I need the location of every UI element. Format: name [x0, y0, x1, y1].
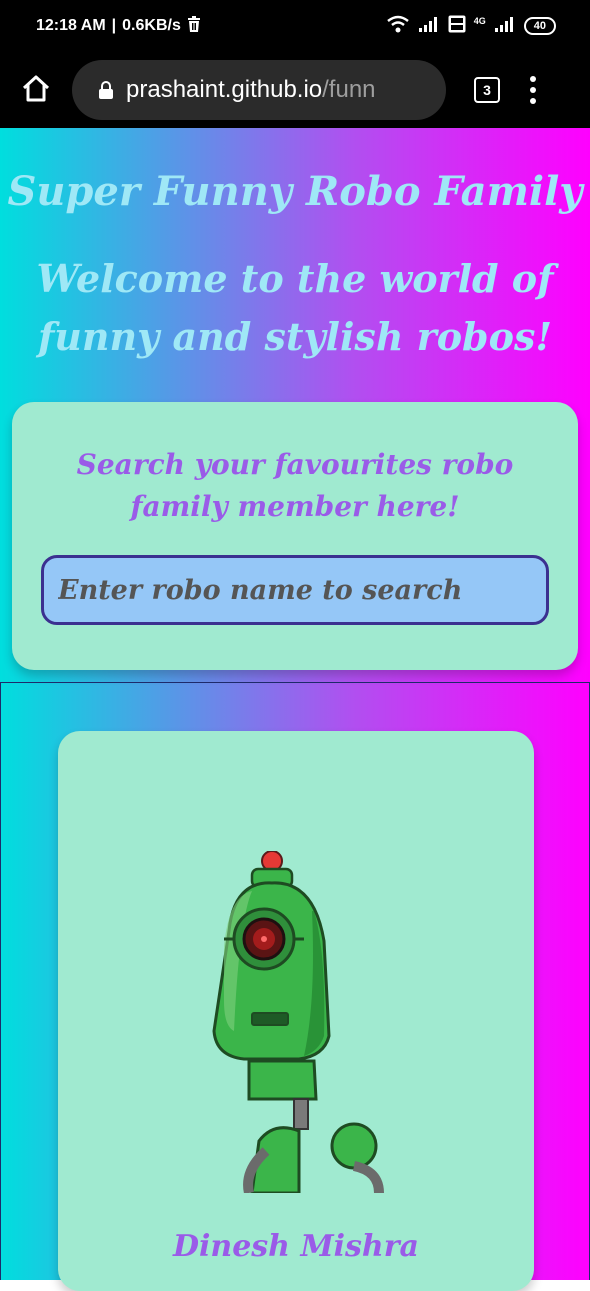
wifi-icon — [386, 15, 410, 38]
battery-icon: 40 — [523, 17, 556, 35]
lock-icon — [98, 80, 114, 100]
tab-count-label: 3 — [483, 82, 491, 98]
status-time: 12:18 AM — [36, 17, 106, 34]
robot-name: Dinesh Mishra — [172, 1229, 419, 1264]
menu-dot — [530, 87, 536, 93]
status-left: 12:18 AM | 0.6KB/s — [36, 15, 201, 37]
url-path: /funn — [322, 76, 376, 103]
home-icon — [21, 73, 51, 107]
robots-list: Dinesh Mishra — [0, 682, 590, 1291]
signal-icon-secondary — [494, 16, 516, 37]
network-type-label: 4G — [473, 16, 486, 26]
search-heading: Search your favourites robo family membe… — [76, 448, 514, 523]
status-right: 4G 40 — [386, 15, 556, 38]
welcome-heading: Welcome to the world of funny and stylis… — [36, 256, 554, 359]
status-speed: 0.6KB/s — [122, 17, 181, 34]
home-button[interactable] — [16, 70, 56, 110]
page-content: Super Funny Robo Family Welcome to the w… — [0, 128, 590, 1291]
menu-dot — [530, 98, 536, 104]
browser-toolbar: prashaint.github.io/funn 3 — [0, 52, 590, 128]
menu-dot — [530, 76, 536, 82]
more-options-button[interactable] — [530, 76, 536, 104]
address-bar[interactable]: prashaint.github.io/funn — [72, 60, 446, 120]
robot-card[interactable]: Dinesh Mishra — [58, 731, 534, 1291]
volte-icon — [448, 15, 466, 38]
search-input[interactable] — [41, 555, 549, 625]
robot-image — [212, 851, 384, 1193]
url-host: prashaint.github.io — [126, 76, 323, 103]
signal-icon — [418, 16, 440, 37]
trash-icon — [187, 15, 201, 37]
status-bar: 12:18 AM | 0.6KB/s 4G 40 — [0, 0, 590, 52]
status-separator: | — [111, 17, 117, 34]
battery-level: 40 — [533, 20, 546, 32]
page-title: Super Funny Robo Family — [7, 168, 583, 215]
search-card: Search your favourites robo family membe… — [12, 402, 578, 670]
tabs-button[interactable]: 3 — [474, 77, 500, 103]
